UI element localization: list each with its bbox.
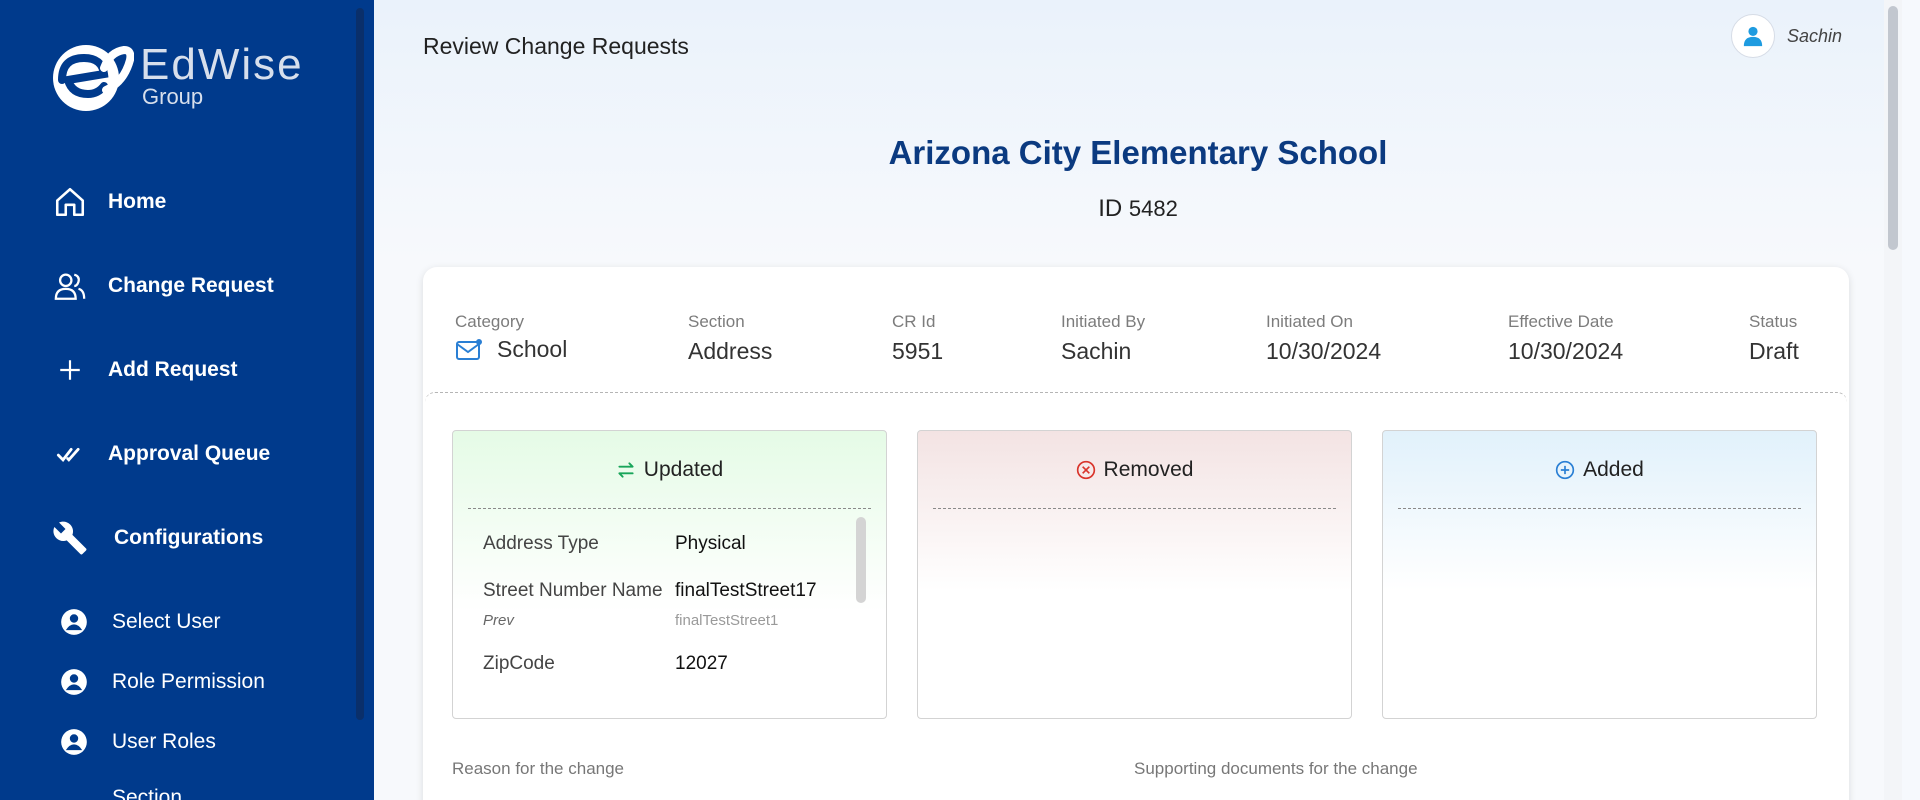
logo-sub: Group	[142, 84, 204, 109]
nav-role-permission-label: Role Permission	[112, 670, 265, 693]
crid-label: CR Id	[892, 312, 936, 331]
reason-label: Reason for the change	[452, 759, 625, 778]
edwise-logo[interactable]: EdWise Group	[38, 38, 304, 112]
nav-user-roles[interactable]: User Roles	[60, 728, 216, 756]
double-check-icon	[50, 434, 90, 474]
updated-panel-scrollbar[interactable]	[856, 517, 866, 603]
remove-circle-icon	[1076, 460, 1096, 480]
logo-text: EdWise Group	[140, 40, 304, 109]
section-value: Address	[688, 338, 773, 364]
account-circle-icon	[60, 608, 88, 636]
page-scrollbar[interactable]	[1884, 0, 1902, 800]
mail-icon	[455, 338, 483, 362]
plus-icon	[50, 350, 90, 390]
logo-word: EdWise	[140, 40, 304, 89]
main-content: Review Change Requests Sachin Arizona Ci…	[374, 0, 1902, 800]
added-panel-header: Added	[1398, 431, 1801, 509]
home-icon	[50, 182, 90, 222]
address-type-value: Physical	[675, 533, 746, 554]
initiated-by-value: Sachin	[1061, 338, 1132, 364]
nav-change-request-label: Change Request	[108, 274, 274, 297]
nav-add-request[interactable]: Add Request	[50, 350, 238, 390]
updated-panel-title: Updated	[643, 457, 724, 481]
status-value: Draft	[1749, 338, 1799, 364]
removed-panel-title: Removed	[1103, 457, 1194, 481]
crid-value: 5951	[892, 338, 944, 364]
school-id-label: ID	[1098, 195, 1123, 222]
meta-crid: CR Id 5951	[892, 312, 943, 365]
documents-label: Supporting documents for the change	[1134, 759, 1418, 778]
status-label: Status	[1749, 312, 1798, 331]
effective-date-label: Effective Date	[1508, 312, 1614, 331]
user-name: Sachin	[1786, 25, 1842, 46]
street-key: Street Number Name	[483, 580, 663, 601]
nav-change-request[interactable]: Change Request	[50, 266, 274, 306]
change-request-card: Category School Section Address CR Id 59…	[423, 267, 1849, 800]
removed-panel-header: Removed	[933, 431, 1336, 509]
prev-key: Prev	[483, 612, 514, 629]
nav-configurations[interactable]: Configurations	[50, 518, 263, 558]
page-title: Review Change Requests	[423, 33, 689, 59]
account-circle-icon	[60, 668, 88, 696]
category-value: School	[497, 336, 568, 362]
nav-section[interactable]: Section	[60, 784, 182, 800]
sidebar-scrollbar[interactable]	[356, 8, 364, 720]
meta-divider	[425, 392, 1847, 402]
category-label: Category	[455, 312, 524, 331]
nav-user-roles-label: User Roles	[112, 730, 216, 753]
nav-role-permission[interactable]: Role Permission	[60, 668, 265, 696]
school-id: ID 5482	[374, 195, 1902, 223]
user-avatar-icon	[1730, 14, 1775, 58]
category-value-wrap: School	[455, 336, 567, 363]
add-circle-icon	[1555, 460, 1575, 480]
added-panel-title: Added	[1583, 457, 1644, 481]
address-type-key: Address Type	[483, 533, 599, 554]
effective-date-value: 10/30/2024	[1508, 338, 1624, 364]
zipcode-value: 12027	[675, 653, 728, 674]
initiated-by-label: Initiated By	[1061, 312, 1146, 331]
removed-panel: Removed	[917, 430, 1352, 719]
swap-arrows-icon	[616, 460, 636, 480]
street-value: finalTestStreet17	[675, 580, 817, 601]
edwise-logo-mark-icon	[38, 38, 135, 112]
added-panel: Added	[1382, 430, 1817, 719]
page-scrollbar-thumb[interactable]	[1888, 6, 1898, 250]
nav-add-request-label: Add Request	[108, 358, 238, 381]
initiated-on-value: 10/30/2024	[1266, 338, 1382, 364]
section-label: Section	[688, 312, 745, 331]
nav-home[interactable]: Home	[50, 182, 166, 222]
nav-section-label: Section	[112, 786, 183, 800]
nav-home-label: Home	[108, 190, 167, 213]
meta-section: Section Address	[688, 312, 772, 365]
wrench-icon	[50, 518, 90, 558]
account-circle-icon	[60, 728, 88, 756]
updated-panel: Updated Address Type Physical Street Num…	[452, 430, 887, 719]
nav-select-user-label: Select User	[112, 610, 221, 633]
nav-approval-queue[interactable]: Approval Queue	[50, 434, 270, 474]
initiated-on-label: Initiated On	[1266, 312, 1353, 331]
nav-approval-queue-label: Approval Queue	[108, 442, 271, 465]
nav-select-user[interactable]: Select User	[60, 608, 221, 636]
updated-panel-header: Updated	[468, 431, 871, 509]
meta-initiated-by: Initiated By Sachin	[1061, 312, 1145, 365]
meta-status: Status Draft	[1749, 312, 1799, 365]
zipcode-key: ZipCode	[483, 653, 555, 674]
school-id-value: 5482	[1128, 196, 1178, 221]
meta-initiated-on: Initiated On 10/30/2024	[1266, 312, 1381, 365]
nav-configurations-label: Configurations	[114, 526, 264, 549]
prev-value: finalTestStreet1	[675, 612, 779, 629]
users-icon	[50, 266, 90, 306]
meta-category: Category School	[455, 312, 567, 363]
meta-effective-date: Effective Date 10/30/2024	[1508, 312, 1623, 365]
school-name: Arizona City Elementary School	[888, 134, 1388, 171]
sidebar: EdWise Group Home Change Request Add Req…	[0, 0, 374, 800]
user-menu[interactable]: Sachin	[1730, 14, 1842, 58]
